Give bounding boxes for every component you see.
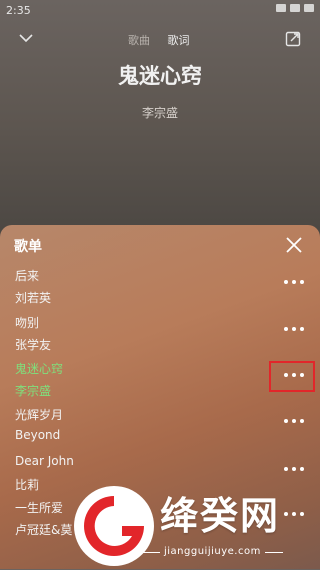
battery-icon <box>304 4 314 12</box>
status-bar: 2:35 <box>0 0 320 22</box>
song-artist-name: 比莉 <box>15 478 40 492</box>
song-name: 后来 <box>15 269 40 283</box>
status-time: 2:35 <box>6 4 31 17</box>
playlist-title: 歌单 <box>14 239 42 255</box>
close-icon[interactable] <box>284 235 304 255</box>
song-name: 鬼迷心窍 <box>15 362 64 376</box>
tab-lyrics[interactable]: 歌词 <box>168 34 190 47</box>
song-artist-name: 刘若英 <box>15 291 52 305</box>
list-item[interactable]: 光辉岁月 Beyond <box>0 406 320 452</box>
more-icon[interactable] <box>284 279 304 285</box>
song-name: 光辉岁月 <box>15 408 64 422</box>
highlight-box <box>269 361 315 392</box>
share-icon[interactable] <box>285 31 301 47</box>
more-icon[interactable] <box>284 418 304 424</box>
watermark-logo <box>74 486 154 566</box>
wifi-icon <box>290 4 300 12</box>
song-name: Dear John <box>15 454 74 468</box>
more-icon[interactable] <box>284 511 304 517</box>
list-item[interactable]: 后来 刘若英 <box>0 267 320 313</box>
header-tabs: 歌曲 歌词 <box>128 32 204 48</box>
status-icons <box>276 4 314 12</box>
song-artist-name: 卢冠廷&莫 <box>15 523 73 537</box>
song-title: 鬼迷心窍 <box>118 64 202 88</box>
watermark-url: jiangguijiuye.com <box>142 546 283 557</box>
song-artist: 李宗盛 <box>141 106 178 120</box>
more-icon[interactable] <box>284 326 304 332</box>
more-icon[interactable] <box>284 466 304 472</box>
tab-song[interactable]: 歌曲 <box>128 34 150 47</box>
list-item[interactable]: 吻别 张学友 <box>0 314 320 360</box>
signal-icon <box>276 4 286 12</box>
song-artist-name: 李宗盛 <box>15 384 52 398</box>
player-header: 歌曲 歌词 <box>0 28 320 54</box>
song-name: 吻别 <box>15 316 40 330</box>
song-artist-name: 张学友 <box>15 338 52 352</box>
song-artist-name: Beyond <box>15 428 61 442</box>
chevron-down-icon[interactable] <box>19 31 33 45</box>
watermark-name: 绛癸网 <box>160 493 281 538</box>
song-name: 一生所爱 <box>15 501 64 515</box>
